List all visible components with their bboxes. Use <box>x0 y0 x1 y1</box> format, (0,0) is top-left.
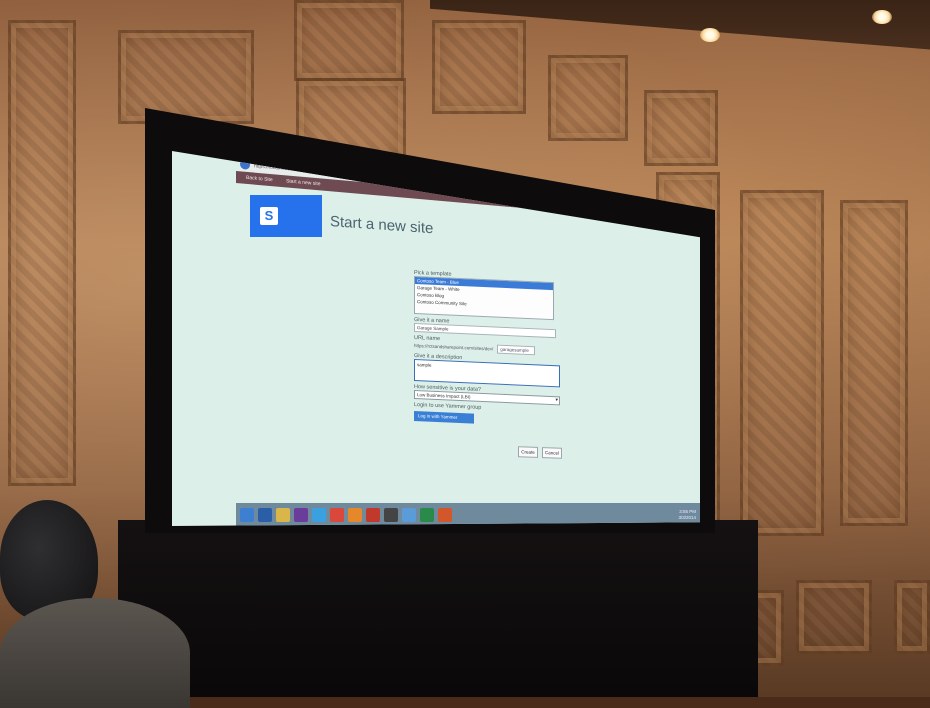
outlook-icon[interactable] <box>258 507 272 522</box>
back-to-site-link[interactable]: Back to Site <box>246 175 273 183</box>
sharepoint-icon: S <box>260 207 278 225</box>
wall-panel <box>644 90 718 166</box>
sharepoint-logo: S <box>250 195 322 237</box>
wall-panel <box>840 200 908 526</box>
app-icon[interactable] <box>402 507 416 522</box>
sensitivity-value: Low Business Impact (LBI) <box>417 392 471 400</box>
wall-panel <box>118 30 254 124</box>
new-site-form: Pick a template Contoso Team - Blue Gara… <box>414 267 574 428</box>
ceiling-light <box>872 10 892 24</box>
ceiling-light <box>700 28 720 42</box>
app-icon[interactable] <box>366 507 380 522</box>
wall-panel <box>548 55 628 141</box>
audience-shoulder <box>0 598 190 708</box>
wall-panel <box>740 190 824 536</box>
wall-panel <box>294 0 404 81</box>
page-title: Start a new site <box>330 213 434 238</box>
clock-time: 3:55 PM <box>679 508 696 514</box>
clock-date: 3/3/2014 <box>678 514 696 520</box>
firefox-icon[interactable] <box>348 507 362 522</box>
wall-panel <box>432 20 526 114</box>
create-button[interactable]: Create <box>518 446 538 458</box>
breadcrumb-current: Start a new site <box>286 178 321 188</box>
app-icon[interactable] <box>384 507 398 522</box>
template-listbox[interactable]: Contoso Team - Blue Garage Team - White … <box>414 276 554 321</box>
url-prefix: https://rctsandsharepoint.com/sites/dev/ <box>414 343 494 352</box>
chrome-icon[interactable] <box>330 507 344 522</box>
yammer-login-button[interactable]: Log in with Yammer <box>414 411 474 424</box>
windows-start-icon[interactable] <box>240 507 254 522</box>
screen-stand <box>118 520 758 697</box>
powerpoint-icon[interactable] <box>438 507 452 522</box>
file-explorer-icon[interactable] <box>276 507 290 522</box>
internet-explorer-icon[interactable] <box>312 507 326 522</box>
wall-panel <box>796 580 872 654</box>
visual-studio-icon[interactable] <box>294 507 308 522</box>
chevron-down-icon[interactable]: ▾ <box>555 397 558 404</box>
cancel-button[interactable]: Cancel <box>542 447 562 459</box>
url-name-input[interactable]: garagesample <box>497 344 536 356</box>
excel-icon[interactable] <box>420 507 434 522</box>
taskbar-clock[interactable]: 3:55 PM 3/3/2014 <box>678 509 696 521</box>
wall-panel <box>894 580 930 654</box>
wall-panel <box>8 20 76 486</box>
form-actions: Create Cancel <box>518 446 562 459</box>
windows-taskbar: 3:55 PM 3/3/2014 <box>236 503 700 526</box>
